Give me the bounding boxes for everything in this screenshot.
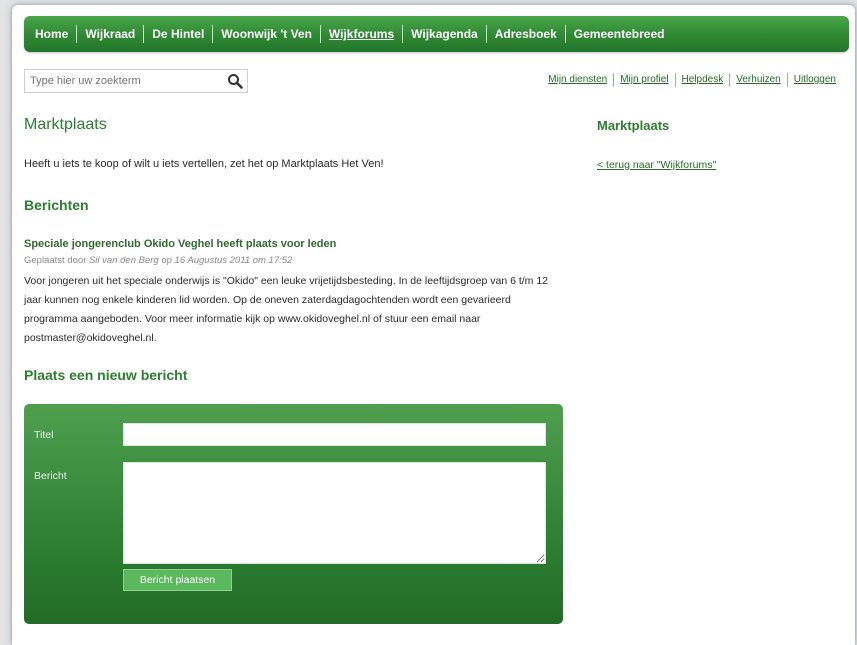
- new-post-heading: Plaats een nieuw bericht: [24, 367, 188, 383]
- post-meta-prefix: Geplaatst door: [24, 255, 89, 266]
- post-meta: Geplaatst door Sil van den Berg op 16 Au…: [24, 255, 292, 266]
- nav-item-wijkagenda[interactable]: Wijkagenda: [402, 25, 486, 43]
- search-box: [24, 69, 248, 93]
- post-body: Voor jongeren uit het speciale onderwijs…: [24, 275, 549, 344]
- nav-item-woonwijk-t-ven[interactable]: Woonwijk 't Ven: [212, 25, 320, 43]
- nav-item-wijkraad[interactable]: Wijkraad: [76, 25, 143, 43]
- title-label: Titel: [34, 429, 54, 441]
- search-input[interactable]: [30, 71, 218, 91]
- main-navigation: Home Wijkraad De Hintel Woonwijk 't Ven …: [24, 16, 849, 52]
- search-icon[interactable]: [227, 73, 243, 89]
- user-links: Mijn diensten Mijn profiel Helpdesk Verh…: [542, 73, 842, 87]
- submit-button[interactable]: Bericht plaatsen: [123, 569, 232, 591]
- post-author: Sil van den Berg: [88, 255, 159, 266]
- intro-text: Heeft u iets te koop of wilt u iets vert…: [24, 158, 384, 170]
- title-input[interactable]: [123, 423, 546, 446]
- nav-item-home[interactable]: Home: [27, 25, 76, 43]
- page-title: Marktplaats: [24, 116, 107, 133]
- back-to-wijkforums-link[interactable]: < terug naar "Wijkforums": [597, 159, 716, 171]
- post-title[interactable]: Speciale jongerenclub Okido Veghel heeft…: [24, 238, 336, 250]
- nav-item-de-hintel[interactable]: De Hintel: [143, 25, 212, 43]
- new-post-form: Titel Bericht Bericht plaatsen: [24, 404, 563, 624]
- link-verhuizen[interactable]: Verhuizen: [729, 73, 786, 87]
- link-mijn-diensten[interactable]: Mijn diensten: [542, 73, 613, 87]
- sidebar-title: Marktplaats: [597, 118, 670, 133]
- link-mijn-profiel[interactable]: Mijn profiel: [613, 73, 674, 87]
- link-helpdesk[interactable]: Helpdesk: [674, 73, 730, 87]
- nav-item-wijkforums[interactable]: Wijkforums: [319, 25, 402, 43]
- link-uitloggen[interactable]: Uitloggen: [786, 73, 842, 87]
- post-meta-on: op: [158, 255, 175, 266]
- nav-item-adresboek[interactable]: Adresboek: [485, 25, 565, 43]
- nav-item-gemeentebreed[interactable]: Gemeentebreed: [564, 25, 673, 43]
- message-label: Bericht: [34, 470, 67, 482]
- posts-heading: Berichten: [24, 197, 89, 213]
- post-date: 16 Augustus 2011 om 17:52: [174, 255, 293, 266]
- message-textarea[interactable]: [123, 462, 546, 564]
